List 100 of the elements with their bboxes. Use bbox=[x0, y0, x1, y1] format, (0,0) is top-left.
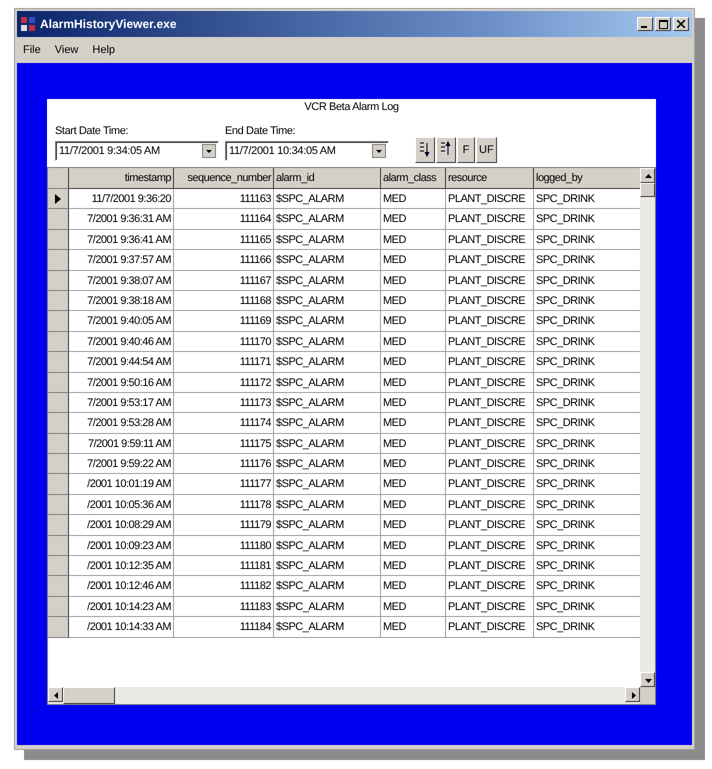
row-header[interactable] bbox=[48, 230, 69, 250]
row-header[interactable] bbox=[48, 576, 69, 597]
table-cell: PLANT_DISCRE bbox=[446, 250, 534, 271]
table-cell: 111178 bbox=[174, 494, 274, 516]
row-header[interactable] bbox=[48, 372, 69, 393]
row-header[interactable] bbox=[48, 392, 69, 414]
table-cell: MED bbox=[381, 494, 446, 516]
table-cell: PLANT_DISCRE bbox=[446, 189, 534, 210]
row-header[interactable] bbox=[48, 515, 69, 536]
vertical-scrollbar[interactable] bbox=[640, 168, 655, 687]
column-header[interactable]: timestamp bbox=[69, 168, 174, 189]
menu-item[interactable]: File bbox=[23, 44, 41, 56]
row-header[interactable] bbox=[48, 617, 69, 638]
table-cell: PLANT_DISCRE bbox=[446, 556, 534, 576]
minimize-button[interactable] bbox=[637, 17, 653, 31]
row-header[interactable] bbox=[48, 290, 69, 312]
table-cell: MED bbox=[381, 515, 446, 536]
table-cell: PLANT_DISCRE bbox=[446, 434, 534, 454]
table-cell: MED bbox=[381, 270, 446, 291]
table-cell: PLANT_DISCRE bbox=[446, 311, 534, 332]
column-header[interactable]: alarm_id bbox=[274, 168, 381, 189]
table-cell: PLANT_DISCRE bbox=[446, 270, 534, 291]
table-cell: PLANT_DISCRE bbox=[446, 536, 534, 556]
table-cell: PLANT_DISCRE bbox=[446, 392, 534, 414]
row-header[interactable] bbox=[48, 556, 69, 576]
filter-button[interactable]: UF bbox=[476, 137, 497, 163]
table-cell: PLANT_DISCRE bbox=[446, 494, 534, 516]
row-header[interactable] bbox=[48, 474, 69, 495]
table-cell: $SPC_ALARM bbox=[274, 434, 381, 454]
column-header[interactable]: sequence_number bbox=[174, 168, 274, 189]
row-header[interactable] bbox=[48, 494, 69, 516]
window-title: AlarmHistoryViewer.exe bbox=[40, 17, 178, 31]
table-cell: 111179 bbox=[174, 515, 274, 536]
row-header[interactable] bbox=[48, 311, 69, 332]
table-cell: 111174 bbox=[174, 413, 274, 434]
row-header[interactable] bbox=[48, 189, 69, 210]
row-header[interactable] bbox=[48, 454, 69, 474]
sort-ascending-button[interactable] bbox=[415, 137, 435, 163]
table-cell: $SPC_ALARM bbox=[274, 189, 381, 210]
table-cell: $SPC_ALARM bbox=[274, 209, 381, 230]
dropdown-icon bbox=[372, 144, 386, 158]
table-cell: 111184 bbox=[174, 617, 274, 638]
table-cell: MED bbox=[381, 352, 446, 373]
table-cell: PLANT_DISCRE bbox=[446, 332, 534, 352]
row-header[interactable] bbox=[48, 332, 69, 352]
table-cell: MED bbox=[381, 434, 446, 454]
row-header[interactable] bbox=[48, 434, 69, 454]
row-header[interactable] bbox=[48, 536, 69, 556]
table-cell: 7/2001 9:37:57 AM bbox=[69, 250, 174, 271]
sort-descending-button[interactable] bbox=[436, 137, 456, 163]
menu-item[interactable]: View bbox=[54, 44, 78, 56]
table-cell: $SPC_ALARM bbox=[274, 596, 381, 618]
table-cell: PLANT_DISCRE bbox=[446, 454, 534, 474]
row-header[interactable] bbox=[48, 270, 69, 291]
table-cell: /2001 10:05:36 AM bbox=[69, 494, 174, 516]
table-cell: MED bbox=[381, 474, 446, 495]
table-cell: MED bbox=[381, 617, 446, 638]
row-header[interactable] bbox=[48, 209, 69, 230]
table-cell: $SPC_ALARM bbox=[274, 474, 381, 495]
table-cell: 7/2001 9:40:05 AM bbox=[69, 311, 174, 332]
table-cell: 7/2001 9:36:31 AM bbox=[69, 209, 174, 230]
scroll-thumb[interactable] bbox=[63, 687, 115, 704]
sort-ascending-icon bbox=[418, 141, 432, 159]
horizontal-scrollbar[interactable] bbox=[48, 687, 640, 704]
table-cell: PLANT_DISCRE bbox=[446, 230, 534, 250]
table-cell: PLANT_DISCRE bbox=[446, 596, 534, 618]
table-cell: MED bbox=[381, 332, 446, 352]
close-button[interactable] bbox=[673, 17, 689, 31]
table-cell: $SPC_ALARM bbox=[274, 617, 381, 638]
column-header[interactable]: resource bbox=[446, 168, 534, 189]
row-header[interactable] bbox=[48, 413, 69, 434]
table-cell: 111163 bbox=[174, 189, 274, 210]
panel-title: VCR Beta Alarm Log bbox=[303, 101, 400, 115]
table-cell: MED bbox=[381, 556, 446, 576]
table-cell: 111176 bbox=[174, 454, 274, 474]
row-header[interactable] bbox=[48, 352, 69, 373]
table-cell: MED bbox=[381, 290, 446, 312]
filter-button[interactable]: F bbox=[457, 137, 475, 163]
maximize-button[interactable] bbox=[655, 17, 671, 31]
table-cell: /2001 10:09:23 AM bbox=[69, 536, 174, 556]
date-time-picker[interactable]: 11/7/2001 9:34:05 AM bbox=[55, 141, 219, 161]
scroll-thumb[interactable] bbox=[640, 183, 655, 197]
table-cell: PLANT_DISCRE bbox=[446, 372, 534, 393]
date-time-picker[interactable]: 11/7/2001 10:34:05 AM bbox=[225, 141, 389, 161]
column-header[interactable]: alarm_class bbox=[381, 168, 446, 189]
table-cell: /2001 10:12:46 AM bbox=[69, 576, 174, 597]
table-cell: $SPC_ALARM bbox=[274, 494, 381, 516]
row-header[interactable] bbox=[48, 596, 69, 618]
app-icon bbox=[20, 16, 36, 32]
table-cell: $SPC_ALARM bbox=[274, 576, 381, 597]
table-cell: 7/2001 9:53:17 AM bbox=[69, 392, 174, 414]
table-cell: MED bbox=[381, 250, 446, 271]
table-cell: PLANT_DISCRE bbox=[446, 290, 534, 312]
table-cell: 111177 bbox=[174, 474, 274, 495]
table-cell: /2001 10:12:35 AM bbox=[69, 556, 174, 576]
table-cell: PLANT_DISCRE bbox=[446, 617, 534, 638]
table-cell: /2001 10:14:23 AM bbox=[69, 596, 174, 618]
table-cell: $SPC_ALARM bbox=[274, 454, 381, 474]
menu-item[interactable]: Help bbox=[92, 44, 116, 56]
row-header[interactable] bbox=[48, 250, 69, 271]
